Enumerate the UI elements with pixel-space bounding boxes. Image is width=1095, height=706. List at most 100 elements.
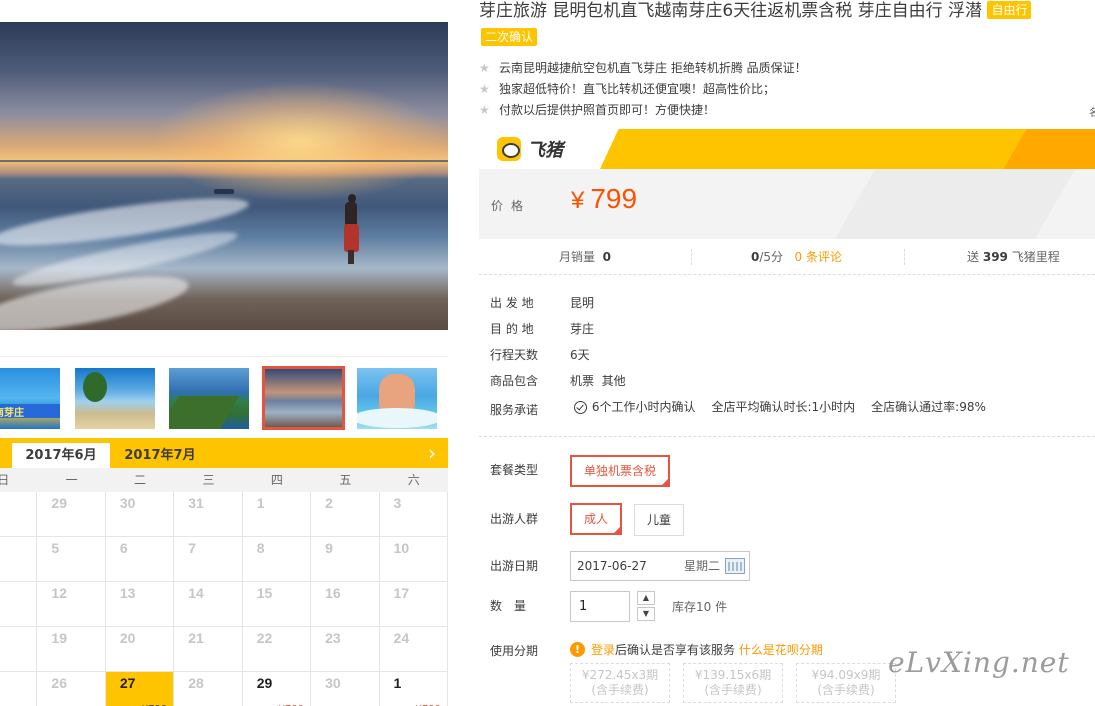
boat-shape <box>214 189 234 194</box>
monthly-sales: 月销量 0 <box>559 239 611 275</box>
installment-option-3[interactable]: ¥272.45x3期 (含手续费) <box>570 663 670 703</box>
thumbnail-3[interactable] <box>169 368 249 429</box>
huabei-help-link[interactable]: 什么是花呗分期 <box>739 641 823 658</box>
calendar-week-row: 28 29 30 31 1 2 3 <box>0 492 448 537</box>
calendar-day-number: 5 <box>51 540 60 556</box>
calendar-day-number: 22 <box>256 630 273 646</box>
calendar-day: 7 <box>174 537 243 582</box>
thumbnail-2[interactable] <box>75 368 155 429</box>
miles-reward: 送 399 飞猪里程 <box>967 239 1060 275</box>
calendar-day: 14 <box>174 582 243 627</box>
calendar-day: 10 <box>379 537 448 582</box>
package-type-label: 套餐类型 <box>490 463 539 477</box>
calendar-day-selected[interactable]: 27¥799 <box>105 672 175 706</box>
star-icon: ★ <box>479 103 490 117</box>
quantity-label: 数 量 <box>490 599 527 613</box>
woman-figure <box>343 194 359 264</box>
calendar-day: 1 <box>242 492 312 537</box>
calendar-day-number: 9 <box>325 540 333 556</box>
calendar-day: 6 <box>105 537 175 582</box>
stat-divider <box>691 249 692 265</box>
calendar-day: 29 <box>37 492 106 537</box>
calendar-day-number: 19 <box>51 630 67 646</box>
calendar-day-number: 8 <box>256 540 265 556</box>
calendar-day: 28 <box>0 492 38 537</box>
calendar-week-row: 11 12 13 14 15 16 17 <box>0 582 448 627</box>
traveler-child-option[interactable]: 儿童 <box>634 504 684 536</box>
fliggy-pig-icon <box>497 137 521 161</box>
calendar-day: 2 <box>311 492 380 537</box>
calendar-day[interactable]: 1¥799 <box>380 672 448 706</box>
calendar-day-number: 30 <box>119 495 136 511</box>
installment-option-6[interactable]: ¥139.15x6期 (含手续费) <box>683 663 783 703</box>
calendar-day: 20 <box>105 627 175 672</box>
calendar-day: 19 <box>37 627 106 672</box>
calendar-month-tabs: 2017年6月 2017年7月 › <box>0 438 448 468</box>
weekday-fri: 五 <box>339 473 352 487</box>
info-value: 昆明 <box>570 296 595 310</box>
calendar-day-number: 10 <box>393 540 410 556</box>
installment-option-9[interactable]: ¥94.09x9期 (含手续费) <box>796 663 896 703</box>
calendar-day: 9 <box>311 537 380 582</box>
warning-icon: ! <box>570 642 585 657</box>
calendar-day-number: 27 <box>119 675 136 691</box>
service-item: 6个工作小时内确认 <box>591 400 696 414</box>
calendar-day-number: 7 <box>188 540 197 556</box>
info-row-departure: 出 发 地 昆明 <box>490 290 986 316</box>
info-row-destination: 目 的 地 芽庄 <box>490 316 986 342</box>
feature-list: ★ 云南昆明越捷航空包机直飞芽庄 拒绝转机折腾 品质保证！ ★ 独家超低特价！直飞比… <box>479 58 807 121</box>
login-link[interactable]: 登录 <box>591 641 615 658</box>
reviews-link[interactable]: 0 条评论 <box>795 250 842 264</box>
quantity-increment-button[interactable]: ▲ <box>637 591 655 605</box>
info-value: 机票 其他 <box>570 374 626 388</box>
main-product-image[interactable] <box>0 22 448 330</box>
miles-prefix: 送 <box>967 250 980 264</box>
calendar-day-number: 23 <box>325 630 341 646</box>
site-watermark: eLvXing.net <box>888 646 1070 679</box>
info-key: 商品包含 <box>490 374 539 388</box>
calendar-day-number: 12 <box>51 585 67 601</box>
miles-value: 399 <box>982 250 1008 264</box>
quantity-decrement-button[interactable]: ▼ <box>637 607 655 621</box>
info-key: 出 发 地 <box>490 296 534 310</box>
thumbnail-4-selected[interactable] <box>262 366 345 430</box>
calendar-week-row: 18 19 20 21 22 23 24 <box>0 627 448 672</box>
calendar-grid: 日 一 二 三 四 五 六 28293031123456789101112131… <box>0 468 448 706</box>
calendar-day-number: 29 <box>256 675 273 691</box>
weekday-sun: 日 <box>0 473 10 487</box>
feature-text: 付款以后提供护照首页即可！方便快捷！ <box>499 103 716 117</box>
calendar-day: 16 <box>311 582 380 627</box>
calendar-day-number: 13 <box>119 585 136 601</box>
traveler-adult-option[interactable]: 成人 <box>570 503 622 535</box>
tab-june-2017[interactable]: 2017年6月 <box>12 443 110 468</box>
calendar-icon[interactable] <box>725 558 745 574</box>
calendar-day: 21 <box>174 627 243 672</box>
quantity-input[interactable]: 1 <box>570 591 630 622</box>
calendar-day-number: 1 <box>393 675 402 691</box>
chevron-right-icon[interactable]: › <box>422 440 442 466</box>
star-icon: ★ <box>479 82 490 96</box>
thumbnail-5[interactable] <box>357 368 437 429</box>
feature-item: ★ 独家超低特价！直飞比转机还便宜噢！超高性价比； <box>479 79 807 100</box>
info-row-includes: 商品包含 机票 其他 <box>490 368 986 394</box>
brand-stripe <box>479 129 1095 169</box>
calendar-day-number: 2 <box>325 495 333 511</box>
price-box: 飞猪 价格 ¥799 <box>479 129 1095 239</box>
calendar-day[interactable]: 29¥799 <box>243 672 312 706</box>
calendar-day: 4 <box>0 537 38 582</box>
weekday-sat: 六 <box>407 473 420 487</box>
tab-july-2017[interactable]: 2017年7月 <box>110 443 210 468</box>
thumbnail-1[interactable]: 越南芽庄 <box>0 368 60 429</box>
thumbnail-banner-text: 越南芽庄 <box>0 408 24 419</box>
thumbnail-strip: 越南芽庄 <box>0 356 448 436</box>
sales-stats-bar: 月销量 0 0/5分 0 条评论 送 399 飞猪里程 <box>479 239 1095 275</box>
travel-date-weekday: 星期二 <box>684 559 721 573</box>
calendar-week-row: 25 26 27¥799 28 29¥799 30 1¥799 <box>0 672 448 706</box>
currency-symbol: ¥ <box>571 187 585 214</box>
calendar-day: 28 <box>174 672 243 706</box>
installment-amount: ¥139.15x6期 <box>694 668 772 682</box>
calendar-day-number: 16 <box>325 585 341 601</box>
travel-date-picker[interactable]: 2017-06-27 星期二 <box>570 551 750 581</box>
package-option-flight-tax[interactable]: 单独机票含税 <box>570 455 671 487</box>
price-amount: 799 <box>590 183 638 214</box>
